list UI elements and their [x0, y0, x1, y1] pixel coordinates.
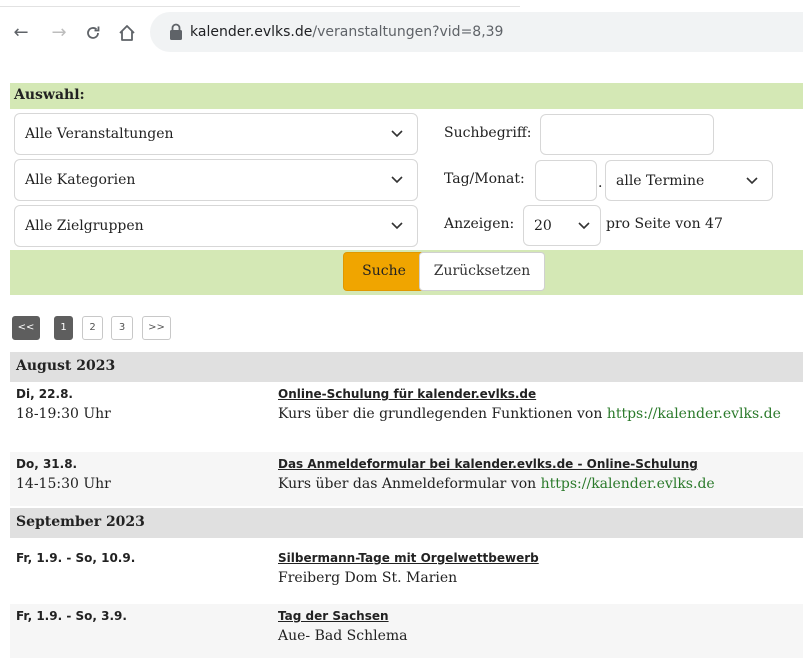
pagination-first[interactable]: << — [12, 316, 40, 340]
lock-icon[interactable] — [168, 23, 184, 41]
event-title-link[interactable]: Online-Schulung für kalender.evlks.de — [278, 387, 536, 401]
pagination-page-2[interactable]: 2 — [82, 316, 103, 340]
chevron-down-icon — [391, 222, 403, 230]
tab-strip-divider — [0, 6, 520, 7]
event-date: Di, 22.8. — [16, 387, 73, 401]
event-row: Di, 22.8. 18-19:30 Uhr Online-Schulung f… — [10, 382, 803, 428]
event-description-text: Kurs über das Anmeldeformular von — [278, 476, 541, 492]
date-separator: . — [598, 175, 603, 191]
event-description: Freiberg Dom St. Marien — [278, 570, 458, 586]
filter-form: Alle Veranstaltungen Alle Kategorien All… — [10, 109, 803, 250]
form-header-label: Auswahl: — [14, 87, 85, 103]
event-date: Fr, 1.9. - So, 3.9. — [16, 609, 127, 623]
date-input[interactable] — [535, 160, 597, 201]
show-label: Anzeigen: — [444, 216, 515, 232]
browser-toolbar: ← → kalender.evlks.de/veranstaltungen?vi… — [0, 0, 803, 66]
pagination-page-1[interactable]: 1 — [54, 316, 73, 340]
url-host: kalender.evlks.de — [190, 24, 313, 40]
reload-icon[interactable] — [82, 22, 104, 44]
events-select[interactable]: Alle Veranstaltungen — [14, 113, 418, 155]
url-path: /veranstaltungen?vid=8,39 — [312, 24, 504, 40]
arrow-left-icon[interactable]: ← — [10, 22, 32, 44]
event-row: Fr, 1.9. - So, 10.9. Silbermann-Tage mit… — [10, 546, 803, 596]
event-title-link[interactable]: Tag der Sachsen — [278, 609, 389, 623]
groups-select-value: Alle Zielgruppen — [25, 218, 144, 234]
event-date: Fr, 1.9. - So, 10.9. — [16, 551, 136, 565]
event-url-link[interactable]: https://kalender.evlks.de — [541, 476, 715, 492]
month-header: September 2023 — [10, 508, 803, 538]
reset-button[interactable]: Zurücksetzen — [419, 252, 545, 291]
event-time: 18-19:30 Uhr — [16, 406, 111, 422]
month-header: August 2023 — [10, 352, 803, 382]
form-button-bar: Suche Zurücksetzen — [10, 250, 803, 295]
per-page-select-value: 20 — [534, 217, 552, 234]
search-button[interactable]: Suche — [343, 252, 425, 291]
event-date: Do, 31.8. — [16, 457, 78, 471]
pagination-last[interactable]: >> — [142, 316, 171, 340]
search-input[interactable] — [540, 114, 714, 155]
date-label: Tag/Monat: — [444, 171, 525, 187]
event-description-text: Kurs über die grundlegenden Funktionen v… — [278, 406, 607, 422]
event-row: Fr, 1.9. - So, 3.9. Tag der Sachsen Aue-… — [10, 604, 803, 658]
event-row: Do, 31.8. 14-15:30 Uhr Das Anmeldeformul… — [10, 452, 803, 506]
search-label: Suchbegriff: — [444, 125, 532, 141]
chevron-down-icon — [578, 221, 590, 229]
chevron-down-icon — [746, 176, 758, 184]
chevron-down-icon — [391, 130, 403, 138]
date-range-select-value: alle Termine — [616, 172, 705, 189]
month-label: September 2023 — [16, 514, 145, 530]
per-page-select[interactable]: 20 — [523, 205, 601, 246]
events-select-value: Alle Veranstaltungen — [25, 126, 174, 142]
url-text[interactable]: kalender.evlks.de/veranstaltungen?vid=8,… — [190, 21, 503, 43]
date-range-select[interactable]: alle Termine — [605, 160, 773, 201]
event-title-link[interactable]: Das Anmeldeformular bei kalender.evlks.d… — [278, 457, 698, 471]
event-url-link[interactable]: https://kalender.evlks.de — [607, 406, 781, 422]
groups-select[interactable]: Alle Zielgruppen — [14, 205, 418, 247]
event-time: 14-15:30 Uhr — [16, 476, 111, 492]
pagination-page-3[interactable]: 3 — [111, 316, 133, 340]
per-page-text: pro Seite von 47 — [606, 216, 723, 232]
event-description: Kurs über die grundlegenden Funktionen v… — [278, 406, 781, 422]
event-title-link[interactable]: Silbermann-Tage mit Orgelwettbewerb — [278, 551, 539, 565]
month-label: August 2023 — [16, 358, 116, 374]
categories-select-value: Alle Kategorien — [25, 172, 136, 188]
arrow-right-icon[interactable]: → — [48, 22, 70, 44]
pagination: << 1 2 3 >> — [0, 316, 803, 340]
form-header: Auswahl: — [10, 83, 803, 109]
event-description: Kurs über das Anmeldeformular von https:… — [278, 476, 715, 492]
chevron-down-icon — [391, 176, 403, 184]
categories-select[interactable]: Alle Kategorien — [14, 159, 418, 201]
home-icon[interactable] — [116, 22, 138, 44]
event-description: Aue- Bad Schlema — [278, 628, 408, 644]
